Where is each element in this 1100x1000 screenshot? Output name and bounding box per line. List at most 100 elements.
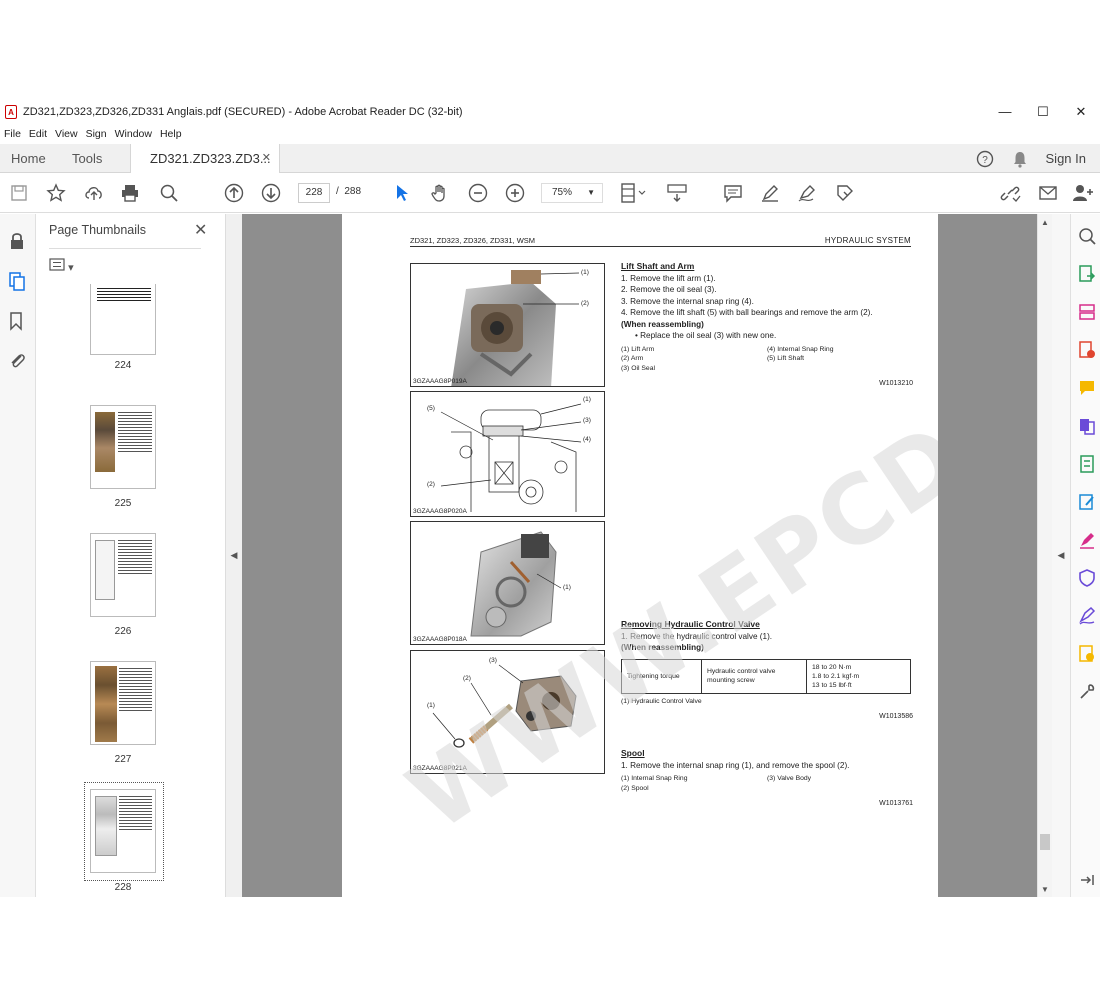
thumbnail-options-menu[interactable]: ▾	[49, 258, 74, 274]
protect-shield-icon[interactable]	[1078, 569, 1096, 587]
page-thumbnails-icon[interactable]	[8, 271, 26, 296]
zoom-value: 75%	[552, 187, 573, 198]
highlight-pen-icon[interactable]	[758, 181, 782, 205]
tab-close-icon[interactable]: ✕	[262, 144, 271, 173]
doc-scrollbar-thumb[interactable]	[1040, 834, 1050, 850]
lock-icon[interactable]	[8, 231, 26, 256]
zoom-select[interactable]: 75% ▼	[541, 183, 603, 203]
page-number-input[interactable]: 228	[298, 183, 330, 203]
zoom-in-icon[interactable]	[503, 181, 527, 205]
print-icon[interactable]	[118, 181, 142, 205]
next-page-icon[interactable]	[259, 181, 283, 205]
figure-lift-shaft-diagram: (1) (3) (4) (5) (2) 3GZAAAG8P020A	[410, 391, 605, 517]
step: 1. Remove the hydraulic control valve (1…	[621, 631, 773, 641]
document-scrollbar[interactable]: ▲ ▼	[1037, 214, 1052, 897]
thumbnail-page-225[interactable]	[90, 405, 156, 489]
page-header-right: HYDRAULIC SYSTEM	[824, 236, 911, 245]
add-user-icon[interactable]	[1071, 181, 1095, 205]
request-signature-icon[interactable]	[1078, 607, 1096, 625]
fill-sign-icon[interactable]	[833, 181, 857, 205]
tools-pane-collapse-handle[interactable]: ◀	[1052, 214, 1070, 897]
save-icon[interactable]	[7, 181, 31, 205]
thumbnail-page-224[interactable]	[90, 284, 156, 355]
lift-arm-illustration	[451, 270, 580, 386]
header-rule	[410, 246, 911, 247]
collapse-tools-icon[interactable]	[1078, 871, 1096, 889]
tools-rail	[1070, 214, 1100, 897]
svg-text:?: ?	[982, 155, 988, 166]
reference-code: W1013761	[879, 800, 913, 807]
export-pdf-icon[interactable]	[1078, 265, 1096, 283]
certificates-icon[interactable]	[1078, 645, 1096, 663]
thumbnail-label: 227	[114, 754, 132, 765]
figure-spool-photo: (3) (2) (1) 3GZAAAG8P021A	[410, 650, 605, 774]
spool-illustration	[432, 664, 577, 748]
menu-edit[interactable]: Edit	[29, 128, 47, 140]
compress-pdf-icon[interactable]	[1078, 455, 1096, 473]
tab-home[interactable]: Home	[11, 144, 46, 173]
thumbnail-page-227[interactable]	[90, 661, 156, 745]
legend-item: (2) Arm	[621, 355, 644, 362]
draw-pen-icon[interactable]	[795, 181, 819, 205]
scroll-mode-icon[interactable]	[665, 181, 689, 205]
email-icon[interactable]	[1036, 181, 1060, 205]
select-pointer-icon[interactable]	[390, 181, 414, 205]
search-tools-icon[interactable]	[1078, 227, 1096, 245]
sign-in-button[interactable]: Sign In	[1046, 151, 1086, 166]
hand-tool-icon[interactable]	[428, 181, 452, 205]
menu-view[interactable]: View	[55, 128, 78, 140]
page-count: 288	[344, 186, 362, 197]
share-link-icon[interactable]	[998, 181, 1022, 205]
edit-pdf-icon[interactable]	[1078, 493, 1096, 511]
previous-page-icon[interactable]	[222, 181, 246, 205]
zoom-out-icon[interactable]	[466, 181, 490, 205]
bookmark-icon[interactable]	[8, 311, 24, 336]
thumbnail-label: 224	[114, 360, 132, 371]
menu-window[interactable]: Window	[115, 128, 152, 140]
thumbnail-page-226[interactable]	[90, 533, 156, 617]
combine-files-icon[interactable]	[1078, 417, 1096, 435]
legend-item: (5) Lift Shaft	[767, 355, 805, 362]
legend-item: (1) Hydraulic Control Valve	[621, 697, 702, 705]
menu-sign[interactable]: Sign	[86, 128, 107, 140]
page-thumbnails-panel: Page Thumbnails ✕ ▾ 224 225 226 227 228	[36, 214, 254, 897]
comment-tool-icon[interactable]	[1078, 379, 1096, 397]
section-heading: Spool	[621, 748, 645, 758]
comment-icon[interactable]	[721, 181, 745, 205]
acrobat-app-icon: A	[5, 105, 17, 119]
thumbnail-page-228[interactable]	[90, 789, 156, 873]
section-lift-shaft: Lift Shaft and Arm 1. Remove the lift ar…	[621, 261, 913, 390]
maximize-button[interactable]: ☐	[1024, 100, 1062, 124]
tab-document[interactable]: ZD321.ZD323.ZD3... ✕	[130, 144, 280, 174]
figure-id: 3GZAAAG8P018A	[413, 636, 467, 643]
figure-callout: (3)	[583, 417, 591, 424]
search-icon[interactable]	[157, 181, 181, 205]
step: 1. Remove the internal snap ring (1), an…	[621, 760, 850, 770]
help-icon[interactable]: ?	[976, 150, 994, 168]
menu-help[interactable]: Help	[160, 128, 182, 140]
tab-tools[interactable]: Tools	[72, 144, 102, 173]
reference-code: W1013586	[879, 713, 913, 720]
torque-value: 18 to 20 N·m	[812, 663, 852, 671]
upload-cloud-icon[interactable]	[82, 181, 106, 205]
legend-item: (4) Internal Snap Ring	[767, 345, 834, 353]
more-tools-wrench-icon[interactable]	[1078, 683, 1096, 701]
page-layout-icon[interactable]	[617, 181, 651, 205]
panel-collapse-handle[interactable]: ◀	[226, 214, 242, 897]
bell-icon[interactable]	[1012, 150, 1028, 168]
bookmark-star-icon[interactable]	[44, 181, 68, 205]
panel-title: Page Thumbnails	[49, 223, 147, 237]
panel-close-icon[interactable]: ✕	[194, 220, 207, 240]
attachment-paperclip-icon[interactable]	[8, 350, 26, 375]
create-pdf-icon[interactable]	[1078, 341, 1096, 359]
minimize-button[interactable]: —	[986, 100, 1024, 124]
torque-values: 18 to 20 N·m 1.8 to 2.1 kgf·m 13 to 15 l…	[806, 658, 911, 694]
doc-scroll-up-icon[interactable]: ▲	[1041, 218, 1049, 227]
doc-scroll-down-icon[interactable]: ▼	[1041, 885, 1049, 894]
reassembling-heading: (When reassembling)	[621, 319, 704, 329]
menu-file[interactable]: File	[4, 128, 21, 140]
close-window-button[interactable]: ✕	[1062, 100, 1100, 124]
step: 1. Remove the lift arm (1).	[621, 273, 716, 283]
organize-pages-icon[interactable]	[1078, 303, 1096, 321]
fill-sign-tool-icon[interactable]	[1078, 531, 1096, 549]
